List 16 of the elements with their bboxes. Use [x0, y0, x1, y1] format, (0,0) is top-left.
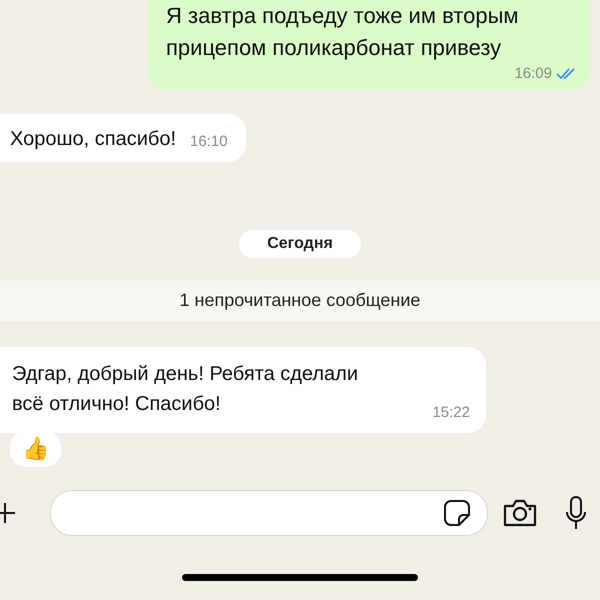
message-bubble[interactable]: Эдгар, добрый день! Ребята сделали всё отлично! Спасибо! 15:22 [0, 347, 486, 433]
message-input[interactable] [50, 490, 488, 536]
message-time: 16:10 [190, 132, 228, 152]
sticker-icon[interactable] [443, 499, 471, 527]
microphone-icon[interactable] [566, 496, 586, 530]
date-divider: Сегодня [239, 230, 361, 258]
message-text: Хорошо, спасибо! [10, 127, 176, 152]
message-time: 15:22 [432, 403, 470, 423]
message-bubble[interactable]: Хорошо, спасибо! 16:10 [0, 114, 246, 162]
plus-icon[interactable] [0, 502, 16, 524]
unread-banner: 1 непрочитанное сообщение [0, 280, 600, 321]
camera-icon[interactable] [502, 498, 538, 528]
message-text: Я завтра подъеду тоже им вторым прицепом поликарбонат привезу [166, 3, 519, 60]
message-time: 16:09 [514, 64, 552, 84]
message-bubble[interactable]: Я завтра подъеду тоже им вторым прицепом поликарбонат привезу 16:09 [148, 0, 590, 90]
message-text: Эдгар, добрый день! Ребята сделали всё отлично! Спасибо! [12, 362, 360, 417]
